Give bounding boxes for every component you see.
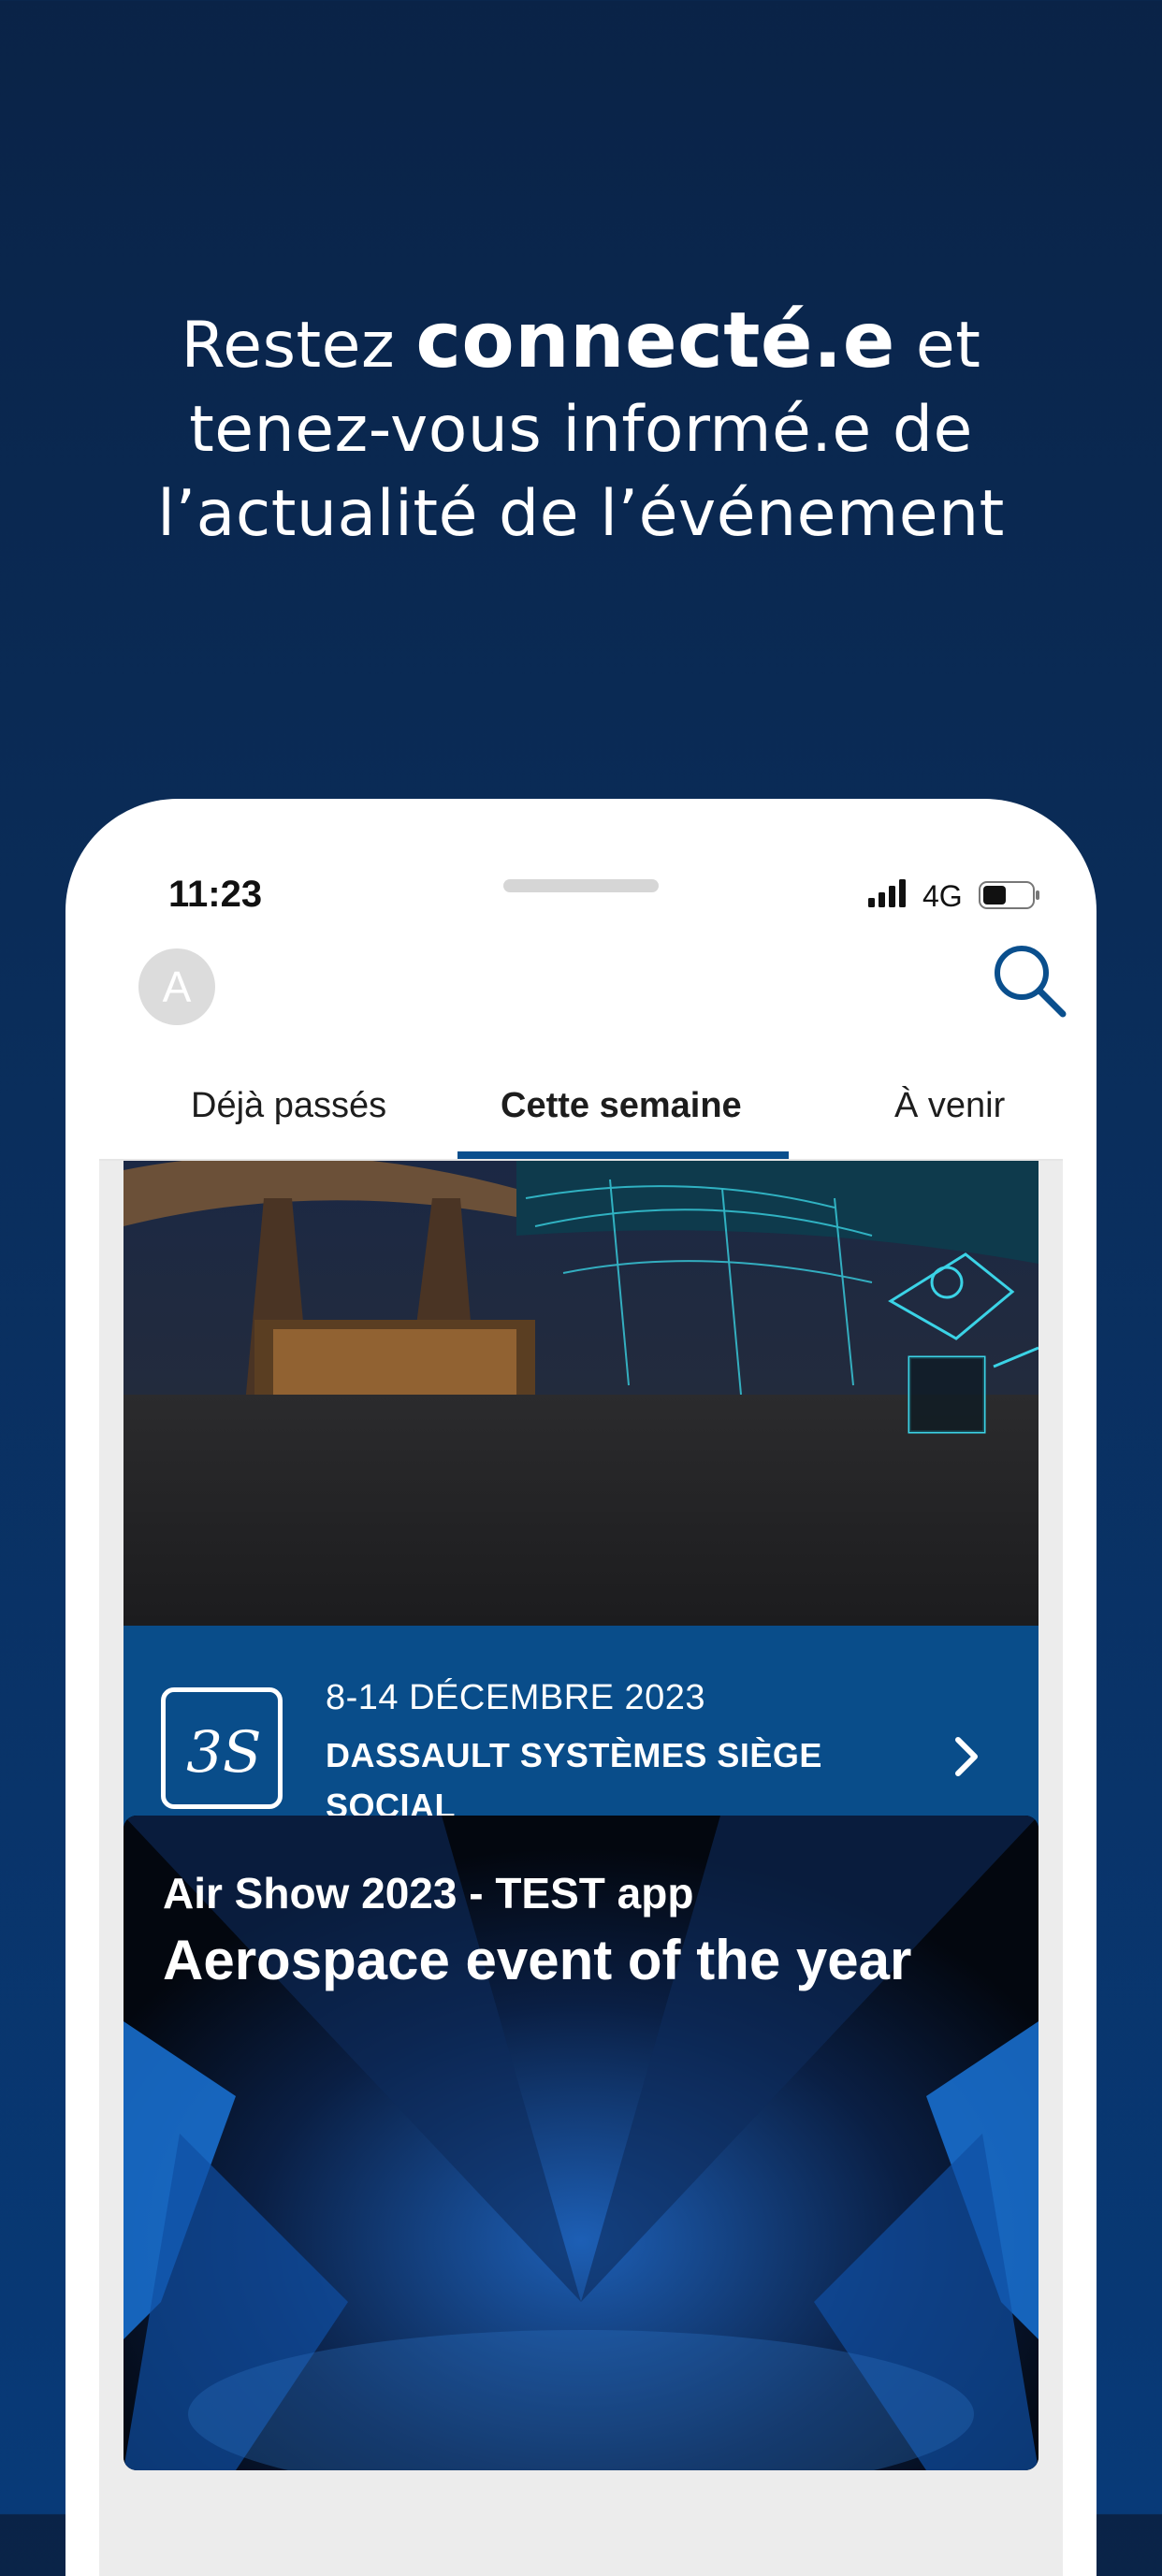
headline-line-2: tenez-vous informé.e de [189, 393, 973, 467]
notch-indicator [503, 879, 659, 892]
event-image [123, 1161, 1039, 1626]
tab-bar: Déjà passés Cette semaine À venir [99, 1047, 1063, 1161]
chevron-right-icon[interactable] [947, 1729, 990, 1785]
marketing-headline: Restez connecté.e et tenez-vous informé.… [0, 299, 1162, 557]
avatar[interactable]: A [138, 948, 215, 1025]
event-feed: 3S 8-14 DÉCEMBRE 2023 DASSAULT SYSTÈMES … [99, 1161, 1063, 2576]
dassault-logo-icon: 3S [161, 1687, 283, 1809]
app-header: A [99, 930, 1067, 1047]
search-icon[interactable] [988, 939, 1072, 1023]
event-card[interactable]: 3S 8-14 DÉCEMBRE 2023 DASSAULT SYSTÈMES … [123, 1161, 1039, 1875]
active-tab-indicator [458, 1151, 789, 1159]
tab-past[interactable]: Déjà passés [191, 1086, 386, 1126]
network-type: 4G [922, 879, 963, 913]
signal-icon [868, 879, 906, 907]
headline-text: et [894, 309, 981, 383]
event-card[interactable]: Air Show 2023 - TEST app Aerospace event… [123, 1816, 1039, 2470]
headline-emphasis: connecté.e [415, 297, 895, 385]
event-title: Air Show 2023 - TEST app [163, 1869, 694, 1918]
phone-frame: 11:23 4G A Déjà passés Cette semaine À v… [65, 799, 1097, 2576]
battery-icon [979, 881, 1039, 909]
svg-text:3S: 3S [186, 1719, 261, 1786]
status-time: 11:23 [168, 874, 263, 915]
headline-line-1: Restez connecté.e et [0, 299, 1162, 388]
tab-this-week[interactable]: Cette semaine [501, 1086, 742, 1126]
status-bar: 11:23 4G [65, 799, 1097, 915]
event-subtitle: Aerospace event of the year [163, 1929, 912, 1991]
tab-upcoming[interactable]: À venir [894, 1086, 1005, 1126]
headline-line-3: l’actualité de l’événement [157, 477, 1005, 551]
headline-text: Restez [181, 309, 416, 383]
event-date: 8-14 DÉCEMBRE 2023 [326, 1678, 706, 1717]
